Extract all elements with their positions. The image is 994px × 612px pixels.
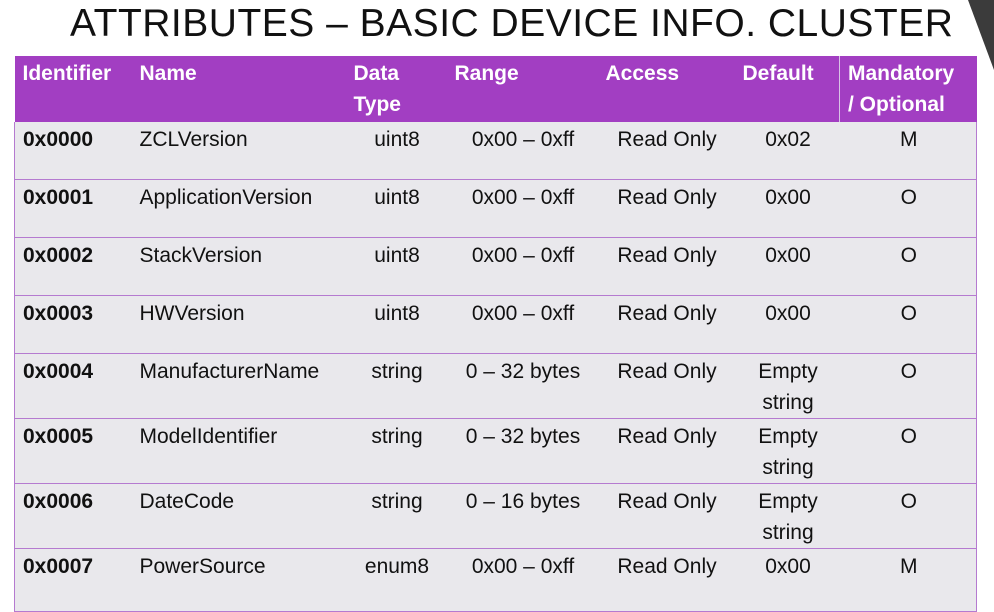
table-row: 0x0003 HWVersion uint8 0x00 – 0xff Read … [14,295,977,354]
header-range: Range [446,56,598,122]
header-access: Access [597,56,735,122]
header-mandatory-optional: Mandatory / Optional [839,56,977,122]
cell-default: Empty string [734,483,840,549]
cell-default-line2: string [762,456,814,479]
cell-range: 0x00 – 0xff [446,295,598,354]
cell-mandatory-optional: M [839,122,977,180]
cell-name: StackVersion [131,237,346,296]
cell-default-line1: 0x00 [765,555,811,578]
cell-default-line1: 0x02 [765,128,811,151]
table-row: 0x0004 ManufacturerName string 0 – 32 by… [14,353,977,419]
cell-default: 0x02 [734,122,840,180]
table-row: 0x0001 ApplicationVersion uint8 0x00 – 0… [14,179,977,238]
cell-data-type: enum8 [345,548,447,612]
cell-name: ManufacturerName [131,353,346,419]
cell-access: Read Only [597,179,735,238]
cell-identifier: 0x0003 [14,295,132,354]
table-row: 0x0000 ZCLVersion uint8 0x00 – 0xff Read… [14,122,977,180]
cell-access: Read Only [597,237,735,296]
cell-mandatory-optional: O [839,237,977,296]
cell-default-line2: string [762,391,814,414]
header-mandatory-line1: Mandatory [848,62,955,85]
cell-default: Empty string [734,418,840,484]
cell-name: ApplicationVersion [131,179,346,238]
table-row: 0x0007 PowerSource enum8 0x00 – 0xff Rea… [14,548,977,612]
cell-mandatory-optional: M [839,548,977,612]
cell-default-line1: Empty [758,360,818,383]
cell-identifier: 0x0007 [14,548,132,612]
cell-range: 0x00 – 0xff [446,237,598,296]
cell-access: Read Only [597,295,735,354]
cell-access: Read Only [597,418,735,484]
cell-access: Read Only [597,483,735,549]
header-name: Name [131,56,346,122]
cell-mandatory-optional: O [839,353,977,419]
cell-range: 0x00 – 0xff [446,548,598,612]
cell-name: HWVersion [131,295,346,354]
cell-identifier: 0x0005 [14,418,132,484]
header-identifier: Identifier [14,56,132,122]
cell-identifier: 0x0006 [14,483,132,549]
cell-default-line1: Empty [758,490,818,513]
cell-name: ZCLVersion [131,122,346,180]
header-data-type-line1: Data [353,62,400,85]
cell-default: 0x00 [734,548,840,612]
cell-name: DateCode [131,483,346,549]
cell-default-line1: 0x00 [765,186,811,209]
cell-default: 0x00 [734,237,840,296]
cell-data-type: uint8 [345,237,447,296]
cell-range: 0 – 16 bytes [446,483,598,549]
cell-default: 0x00 [734,179,840,238]
cell-data-type: uint8 [345,295,447,354]
cell-mandatory-optional: O [839,179,977,238]
cell-range: 0 – 32 bytes [446,418,598,484]
cell-mandatory-optional: O [839,295,977,354]
cell-identifier: 0x0001 [14,179,132,238]
attributes-table: Identifier Name Data Type Range Access D… [14,56,977,612]
cell-identifier: 0x0000 [14,122,132,180]
cell-name: ModelIdentifier [131,418,346,484]
header-data-type-line2: Type [353,93,401,116]
cell-access: Read Only [597,353,735,419]
cell-identifier: 0x0002 [14,237,132,296]
header-mandatory-line2: / Optional [848,93,945,116]
cell-access: Read Only [597,122,735,180]
cell-default: 0x00 [734,295,840,354]
header-default: Default [734,56,840,122]
cell-data-type: uint8 [345,179,447,238]
cell-default-line1: 0x00 [765,244,811,267]
cell-name: PowerSource [131,548,346,612]
slide-title: ATTRIBUTES – BASIC DEVICE INFO. CLUSTER [70,2,954,45]
table-row: 0x0006 DateCode string 0 – 16 bytes Read… [14,483,977,549]
cell-mandatory-optional: O [839,483,977,549]
cell-default-line2: string [762,521,814,544]
cell-identifier: 0x0004 [14,353,132,419]
cell-data-type: string [345,353,447,419]
cell-data-type: uint8 [345,122,447,180]
cell-range: 0x00 – 0xff [446,122,598,180]
cell-data-type: string [345,483,447,549]
table-row: 0x0005 ModelIdentifier string 0 – 32 byt… [14,418,977,484]
header-data-type: Data Type [345,56,447,122]
cell-range: 0x00 – 0xff [446,179,598,238]
header-row: Identifier Name Data Type Range Access D… [14,56,977,122]
cell-default-line1: Empty [758,425,818,448]
cell-access: Read Only [597,548,735,612]
table-row: 0x0002 StackVersion uint8 0x00 – 0xff Re… [14,237,977,296]
cell-range: 0 – 32 bytes [446,353,598,419]
cell-default-line1: 0x00 [765,302,811,325]
cell-default: Empty string [734,353,840,419]
cell-data-type: string [345,418,447,484]
cell-mandatory-optional: O [839,418,977,484]
